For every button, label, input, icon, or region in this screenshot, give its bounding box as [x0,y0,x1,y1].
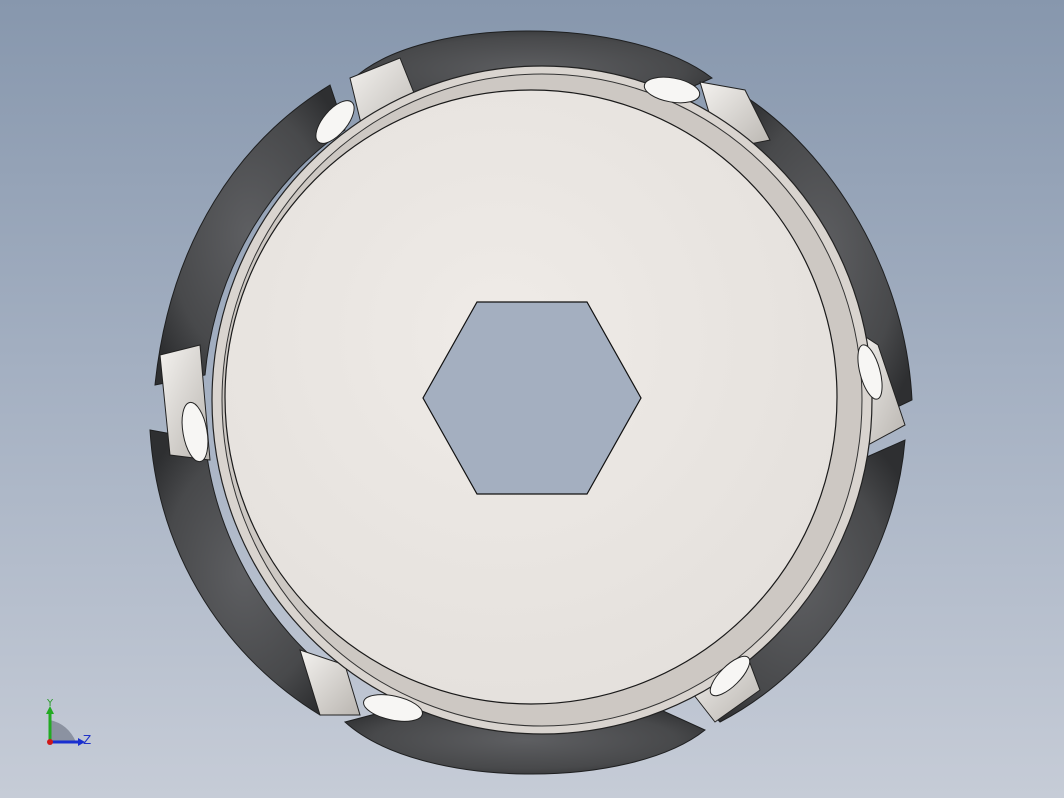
y-axis-label: Y [47,698,54,709]
3d-viewport[interactable]: Y Z [0,0,1064,798]
z-axis-label: Z [83,733,92,747]
mecanum-wheel-model[interactable] [0,0,1064,798]
triad-plane-shade [50,720,76,742]
triad-origin [47,739,53,745]
